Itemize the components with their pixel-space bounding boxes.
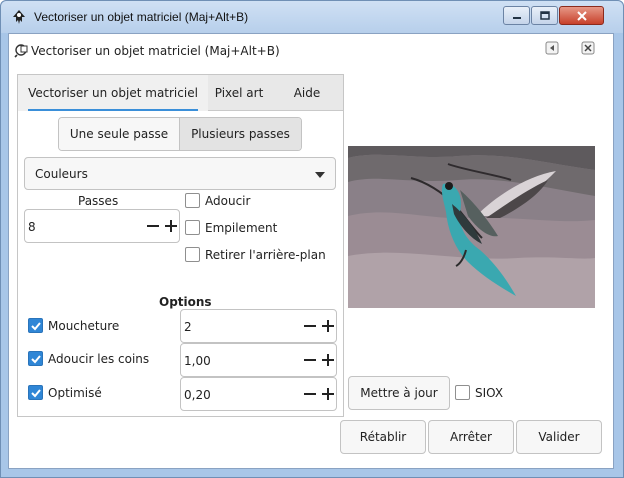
dock-header: Vectoriser un objet matriciel (Maj+Alt+B… xyxy=(9,34,613,64)
active-tab-indicator xyxy=(28,109,198,111)
optimize-checkbox[interactable] xyxy=(28,385,43,400)
smooth-corners-spinbox[interactable]: 1,00 xyxy=(180,343,337,377)
smooth-corners-checkbox[interactable] xyxy=(28,351,43,366)
inkscape-logo-icon xyxy=(13,10,25,24)
minimize-button[interactable] xyxy=(503,6,530,25)
tab-bar: Vectoriser un objet matriciel Pixel art … xyxy=(18,75,343,111)
tab-help-label: Aide xyxy=(293,86,321,100)
checkmark-icon xyxy=(31,389,41,398)
tab-trace-bitmap[interactable]: Vectoriser un objet matriciel xyxy=(18,75,208,111)
smooth-corners-decrement-icon[interactable] xyxy=(301,351,319,369)
scan-type-dropdown[interactable]: Couleurs xyxy=(24,157,336,190)
dock-close-icon[interactable] xyxy=(581,41,595,55)
tab-pixel-art-label: Pixel art xyxy=(214,86,264,100)
speckles-decrement-icon[interactable] xyxy=(301,317,319,335)
optimize-label: Optimisé xyxy=(48,386,102,400)
siox-checkbox[interactable] xyxy=(455,385,470,400)
trace-bitmap-icon xyxy=(14,44,28,58)
optimize-spinbox[interactable]: 0,20 xyxy=(180,377,337,411)
remove-background-label: Retirer l'arrière-plan xyxy=(205,248,326,262)
scan-mode-toggle: Une seule passe Plusieurs passes xyxy=(58,117,302,151)
smooth-corners-value: 1,00 xyxy=(184,354,211,368)
reset-button[interactable]: Rétablir xyxy=(340,420,426,454)
maximize-button[interactable] xyxy=(531,6,558,25)
dock-collapse-icon[interactable] xyxy=(545,41,559,55)
smooth-corners-label: Adoucir les coins xyxy=(48,352,150,366)
passes-increment-icon[interactable] xyxy=(162,217,180,235)
passes-label: Passes xyxy=(78,194,119,208)
passes-decrement-icon[interactable] xyxy=(144,217,162,235)
dock-title: Vectoriser un objet matriciel (Maj+Alt+B… xyxy=(31,44,280,58)
speckles-checkbox[interactable] xyxy=(28,318,43,333)
maximize-icon xyxy=(539,11,550,20)
dialog-client: Vectoriser un objet matriciel (Maj+Alt+B… xyxy=(8,33,614,469)
chevron-down-icon xyxy=(315,172,325,178)
checkmark-icon xyxy=(31,355,41,364)
smooth-corners-increment-icon[interactable] xyxy=(319,351,337,369)
speckles-spinbox[interactable]: 2 xyxy=(180,309,337,343)
stop-button[interactable]: Arrêter xyxy=(428,420,514,454)
smooth-label: Adoucir xyxy=(205,194,251,208)
smooth-checkbox[interactable] xyxy=(185,193,200,208)
minimize-icon xyxy=(512,16,521,19)
passes-spinbox[interactable]: 8 xyxy=(24,209,180,243)
options-heading: Options xyxy=(159,295,212,309)
optimize-increment-icon[interactable] xyxy=(319,385,337,403)
window-title: Vectoriser un objet matriciel (Maj+Alt+B… xyxy=(34,10,249,24)
single-scan-button[interactable]: Une seule passe xyxy=(59,118,180,150)
close-icon xyxy=(576,10,587,21)
scan-type-value: Couleurs xyxy=(35,167,88,181)
speckles-increment-icon[interactable] xyxy=(319,317,337,335)
tab-pixel-art[interactable]: Pixel art xyxy=(208,75,270,111)
tab-help[interactable]: Aide xyxy=(276,75,338,111)
update-preview-button[interactable]: Mettre à jour xyxy=(348,376,450,410)
settings-panel: Vectoriser un objet matriciel Pixel art … xyxy=(17,74,344,417)
title-bar[interactable]: Vectoriser un objet matriciel (Maj+Alt+B… xyxy=(1,1,623,33)
speckles-label: Moucheture xyxy=(48,319,120,333)
optimize-value: 0,20 xyxy=(184,388,211,402)
remove-background-checkbox[interactable] xyxy=(185,247,200,262)
ok-button[interactable]: Valider xyxy=(516,420,602,454)
passes-value: 8 xyxy=(28,220,36,234)
trace-preview-image xyxy=(348,146,595,308)
checkmark-icon xyxy=(31,322,41,331)
optimize-decrement-icon[interactable] xyxy=(301,385,319,403)
multiple-scans-button[interactable]: Plusieurs passes xyxy=(180,118,301,150)
close-button[interactable] xyxy=(559,6,604,25)
stack-checkbox[interactable] xyxy=(185,220,200,235)
siox-label: SIOX xyxy=(475,386,504,400)
speckles-value: 2 xyxy=(184,320,192,334)
stack-label: Empilement xyxy=(205,221,278,235)
dialog-window: Vectoriser un objet matriciel (Maj+Alt+B… xyxy=(0,0,624,478)
tab-trace-bitmap-label: Vectoriser un objet matriciel xyxy=(28,86,198,100)
